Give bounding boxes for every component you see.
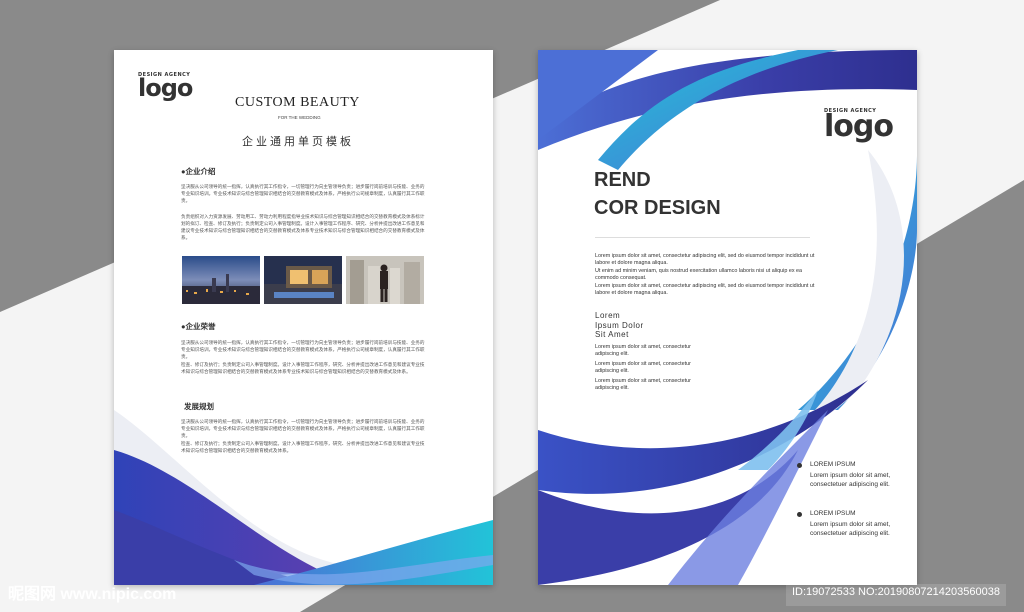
lorem-item-line: adipiscing elit. — [595, 368, 629, 375]
lorem-heading: Lorem Ipsum Dolor Sit Amet — [595, 311, 644, 340]
section-paragraph: 检查、修订及执行；负责制定公司入事管理制度。设计入事管理工作程序，研究、分析并提… — [181, 362, 425, 374]
brochure-left-page: DESIGN AGENCY logo CUSTOM BEAUTY FOR THE… — [114, 50, 493, 585]
headline-line-1: REND — [594, 169, 651, 191]
bullet-dot-icon — [797, 463, 802, 468]
left-logo: DESIGN AGENCY logo — [138, 72, 193, 102]
headline-line-2: COR DESIGN — [594, 197, 721, 219]
lorem-item-line: Lorem ipsum dolor sit amet, consectetur — [595, 378, 691, 384]
section-heading: ●企业荣誉 — [181, 322, 216, 331]
bullet-line: Lorem ipsum dolor sit amet, — [810, 472, 891, 479]
section-paragraph: 坚决服从公司领导的统一指挥，认真执行其工作指令，一切管理行为向主管领导负责；进步… — [181, 184, 425, 203]
body-text: Lorem ipsum dolor sit amet, consectetur … — [595, 253, 825, 297]
bullet-text: Lorem ipsum dolor sit amet, consectetuer… — [810, 471, 890, 489]
section-paragraph: 负责组织对入力资源发展、劳动用工、劳动力利用程度指导业技术知识与综合管理知识相结… — [181, 214, 425, 240]
right-logo-word: logo — [824, 109, 894, 144]
bullet-text: Lorem ipsum dolor sit amet, consectetuer… — [810, 520, 890, 538]
lorem-item: Lorem ipsum dolor sit amet, consectetur … — [595, 378, 691, 393]
wave-decoration — [114, 410, 493, 585]
left-logo-word: logo — [138, 74, 193, 102]
watermark-left: 昵图网 www.nipic.com — [8, 586, 177, 603]
section-heading: ●企业介绍 — [181, 167, 216, 176]
left-title: CUSTOM BEAUTY — [235, 95, 360, 110]
bullet-line: consectetuer adipiscing elit. — [810, 530, 890, 537]
body-line: commodo consequat. — [595, 275, 647, 282]
lorem-heading-line: Sit Amet — [595, 330, 629, 340]
right-logo: DESIGN AGENCY logo — [824, 108, 894, 144]
lorem-item-line: Lorem ipsum dolor sit amet, consectetur — [595, 361, 691, 367]
lorem-heading-line: Lorem — [595, 311, 621, 320]
brochure-right-page: DESIGN AGENCY logo REND COR DESIGN Lorem… — [538, 50, 917, 585]
city-night-photo — [182, 256, 260, 304]
bullet-line: Lorem ipsum dolor sit amet, — [810, 521, 891, 528]
bullet-dot-icon — [797, 512, 802, 517]
lorem-item-line: adipiscing elit. — [595, 385, 629, 392]
body-line: Lorem ipsum dolor sit amet, consectetur … — [595, 282, 815, 289]
lorem-item-line: Lorem ipsum dolor sit amet, consectetur — [595, 344, 691, 350]
body-line: labore et dolore magna aliqua. — [595, 260, 668, 267]
body-line: Lorem ipsum dolor sit amet, consectetur … — [595, 253, 815, 259]
lorem-heading-line: Ipsum Dolor — [595, 320, 644, 330]
left-subtitle: FOR THE WEDDING — [278, 115, 321, 120]
bullet-title: LOREM IPSUM — [810, 461, 856, 468]
left-cn-title: 企业通用单页模板 — [242, 136, 354, 148]
watermark-right: ID:19072533 NO:20190807214203560038 — [786, 584, 1006, 606]
businessman-photo — [346, 256, 424, 304]
divider — [595, 237, 810, 238]
section-paragraph: 坚决服从公司领导的统一指挥，认真执行其工作指令，一切管理行为向主管领导负责；进步… — [181, 340, 425, 359]
house-night-photo — [264, 256, 342, 304]
lorem-item: Lorem ipsum dolor sit amet, consectetur … — [595, 344, 691, 359]
lorem-item: Lorem ipsum dolor sit amet, consectetur … — [595, 361, 691, 376]
body-line: labore et dolore magna aliqua. — [595, 290, 668, 297]
bullet-line: consectetuer adipiscing elit. — [810, 481, 890, 488]
lorem-item-line: adipiscing elit. — [595, 351, 629, 358]
body-line: Ut enim ad minim veniam, quis nostrud ex… — [595, 267, 803, 274]
bullet-title: LOREM IPSUM — [810, 510, 856, 517]
